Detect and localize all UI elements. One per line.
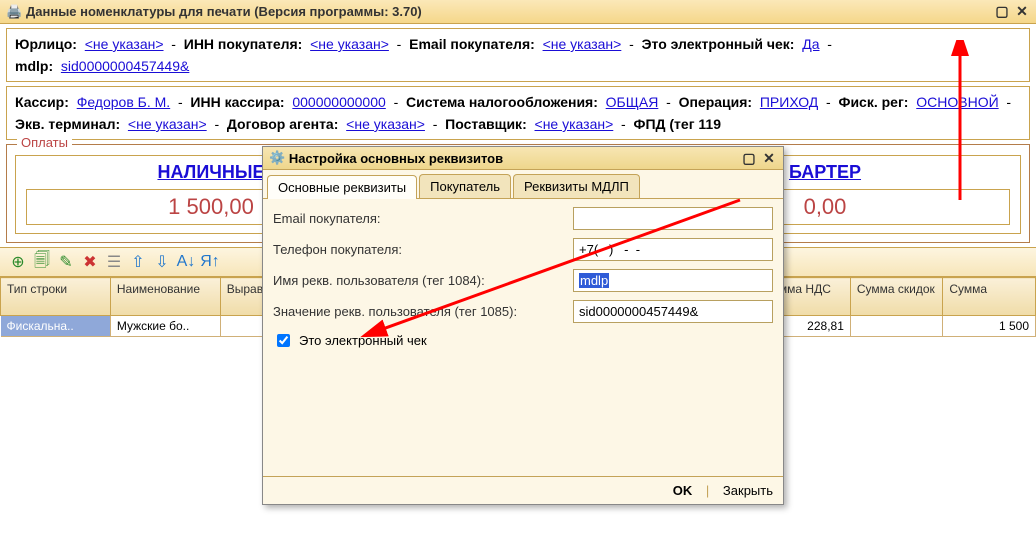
link-inn-buyer[interactable]: <не указан> — [310, 36, 389, 52]
payments-legend: Оплаты — [17, 135, 72, 150]
tab-main[interactable]: Основные реквизиты — [267, 175, 417, 199]
label-echeck-checkbox: Это электронный чек — [299, 333, 427, 348]
ok-button[interactable]: OK — [673, 483, 693, 498]
label-inn-buyer: ИНН покупателя: — [184, 36, 303, 52]
label-fpd: ФПД (тег 119 — [634, 116, 722, 132]
dialog-tabs: Основные реквизиты Покупатель Реквизиты … — [263, 170, 783, 199]
link-email-buyer[interactable]: <не указан> — [543, 36, 622, 52]
summary-block-buyer: Юрлицо: <не указан> - ИНН покупателя: <н… — [6, 28, 1030, 82]
app-icon: 🖨️ — [6, 4, 22, 20]
th-name[interactable]: Наименование — [110, 278, 220, 316]
label-cashier: Кассир: — [15, 94, 69, 110]
label-phone: Телефон покупателя: — [273, 242, 573, 257]
th-discount[interactable]: Сумма скидок — [850, 278, 943, 316]
input-email[interactable] — [573, 207, 773, 230]
dialog-maximize-icon[interactable]: ▢ — [741, 150, 757, 166]
dialog-title: Настройка основных реквизитов — [289, 151, 503, 166]
label-agent: Договор агента: — [227, 116, 338, 132]
cell-sum: 1 500 — [943, 316, 1036, 337]
label-entity: Юрлицо: — [15, 36, 77, 52]
link-fiscreg[interactable]: ОСНОВНОЙ — [916, 94, 998, 110]
label-reqval: Значение рекв. пользователя (тег 1085): — [273, 304, 573, 319]
move-up-icon[interactable]: ⇧ — [128, 252, 148, 272]
link-supplier[interactable]: <не указан> — [535, 116, 614, 132]
link-cashier[interactable]: Федоров Б. М. — [77, 94, 171, 110]
input-reqval[interactable] — [573, 300, 773, 323]
window-titlebar: 🖨️ Данные номенклатуры для печати (Верси… — [0, 0, 1036, 24]
th-sum[interactable]: Сумма — [943, 278, 1036, 316]
edit-icon[interactable]: ✎ — [56, 252, 76, 272]
label-email: Email покупателя: — [273, 211, 573, 226]
dialog-titlebar: ⚙️ Настройка основных реквизитов ▢ ✕ — [263, 147, 783, 170]
sort-asc-icon[interactable]: А↓ — [176, 252, 196, 272]
tab-buyer[interactable]: Покупатель — [419, 174, 511, 198]
move-down-icon[interactable]: ⇩ — [152, 252, 172, 272]
tab-mdlp[interactable]: Реквизиты МДЛП — [513, 174, 640, 198]
add-icon[interactable]: ⊕ — [8, 252, 28, 272]
label-eqterm: Экв. терминал: — [15, 116, 120, 132]
label-reqname: Имя рекв. пользователя (тег 1084): — [273, 273, 573, 288]
dialog-body: Email покупателя: Телефон покупателя: Им… — [263, 199, 783, 476]
cell-type: Фискальна.. — [1, 316, 111, 337]
link-eqterm[interactable]: <не указан> — [128, 116, 207, 132]
th-type[interactable]: Тип строки — [1, 278, 111, 316]
checkbox-echeck[interactable] — [277, 334, 290, 347]
dialog-footer: OK | Закрыть — [263, 476, 783, 504]
list-icon[interactable]: ☰ — [104, 252, 124, 272]
link-echeck[interactable]: Да — [802, 36, 819, 52]
label-fiscreg: Фиск. рег: — [839, 94, 909, 110]
link-tax[interactable]: ОБЩАЯ — [606, 94, 659, 110]
dialog-close-icon[interactable]: ✕ — [761, 150, 777, 166]
delete-icon[interactable]: ✖ — [80, 252, 100, 272]
cell-name: Мужские бо.. — [110, 316, 220, 337]
label-echeck: Это электронный чек: — [642, 36, 795, 52]
close-icon[interactable]: ✕ — [1014, 4, 1030, 20]
input-reqname[interactable]: mdlp — [573, 269, 773, 292]
summary-block-cashier: Кассир: Федоров Б. М. - ИНН кассира: 000… — [6, 86, 1030, 140]
input-reqname-value: mdlp — [579, 273, 609, 288]
label-supplier: Поставщик: — [445, 116, 527, 132]
label-email-buyer: Email покупателя: — [409, 36, 535, 52]
sort-desc-icon[interactable]: Я↑ — [200, 252, 220, 272]
dialog-icon: ⚙️ — [269, 150, 285, 166]
close-button[interactable]: Закрыть — [723, 483, 773, 498]
settings-dialog: ⚙️ Настройка основных реквизитов ▢ ✕ Осн… — [262, 146, 784, 505]
maximize-icon[interactable]: ▢ — [994, 4, 1010, 20]
link-op[interactable]: ПРИХОД — [760, 94, 818, 110]
link-entity[interactable]: <не указан> — [85, 36, 164, 52]
label-tax: Система налогообложения: — [406, 94, 598, 110]
label-op: Операция: — [679, 94, 753, 110]
link-agent[interactable]: <не указан> — [346, 116, 425, 132]
window-title: Данные номенклатуры для печати (Версия п… — [26, 4, 422, 19]
label-cashier-inn: ИНН кассира: — [190, 94, 284, 110]
copy-icon[interactable]: 🗐 — [32, 252, 52, 272]
link-mdlp[interactable]: sid0000000457449& — [61, 58, 189, 74]
label-mdlp: mdlp: — [15, 58, 53, 74]
link-cashier-inn[interactable]: 000000000000 — [292, 94, 385, 110]
input-phone[interactable] — [573, 238, 773, 261]
